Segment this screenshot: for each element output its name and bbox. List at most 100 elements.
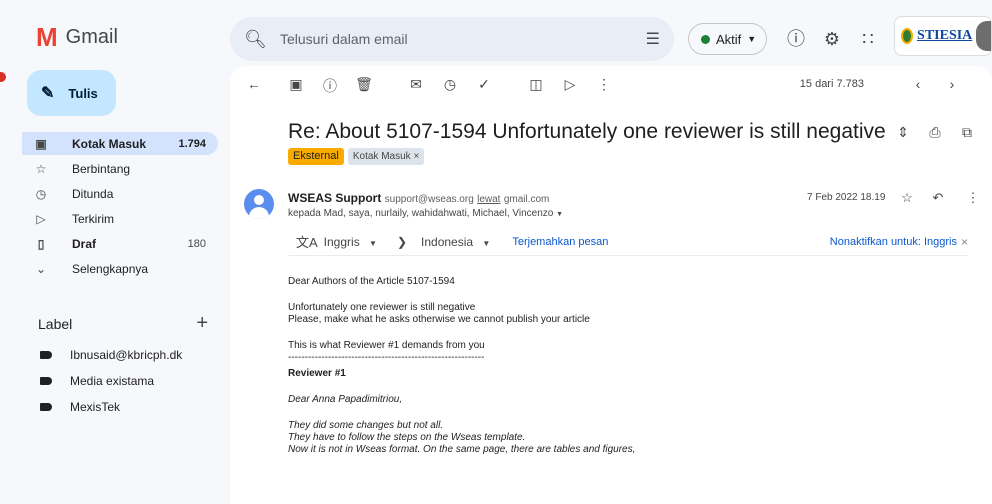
chevron-left-icon[interactable]: ‹: [908, 76, 928, 92]
label-item[interactable]: MexisTek: [40, 394, 182, 420]
search-options-icon[interactable]: ☰: [646, 29, 660, 49]
via-domain: gmail.com: [503, 194, 550, 205]
archive-icon[interactable]: ▣: [286, 76, 306, 93]
person-body-icon: [249, 207, 269, 219]
back-arrow-icon[interactable]: ←: [244, 76, 264, 92]
status-dropdown[interactable]: Aktif ▼: [688, 23, 768, 55]
person-head-icon: [254, 195, 264, 205]
disable-translation-link[interactable]: Nonaktifkan untuk: Inggris: [830, 236, 957, 248]
label-tag-icon: [40, 377, 52, 385]
help-icon[interactable]: ⓘ: [784, 28, 808, 50]
send-icon: ▷: [36, 211, 46, 226]
translate-message-link[interactable]: Terjemahkan pesan: [512, 236, 608, 248]
sender-name[interactable]: WSEAS Support: [288, 191, 381, 205]
external-chip: Eksternal: [288, 148, 344, 165]
sidebar-item-more[interactable]: ⌄ Selengkapnya: [22, 257, 218, 280]
trash-icon[interactable]: 🗑︎: [354, 76, 374, 93]
search-icon[interactable]: 🔍︎: [244, 29, 268, 50]
print-icon[interactable]: ⎙: [925, 124, 945, 141]
sidebar-item-inbox[interactable]: ▣ Kotak Masuk 1.794: [22, 132, 218, 155]
label-name: Media existama: [70, 374, 155, 388]
stiesia-seal-icon: [901, 28, 914, 44]
message-body: Dear Authors of the Article 5107-1594 Un…: [288, 276, 968, 456]
message-chips: Eksternal Kotak Masuk ×: [288, 148, 425, 165]
sidebar-nav: ▣ Kotak Masuk 1.794 ☆ Berbintang ◷ Ditun…: [22, 132, 218, 282]
inbox-chip-label: Kotak Masuk: [352, 151, 411, 162]
recipients-line[interactable]: kepada Mad, saya, nurlaily, wahidahwati,…: [288, 208, 563, 219]
sidebar-item-sent[interactable]: ▷ Terkirim: [22, 207, 218, 230]
apps-grid-icon[interactable]: ∷: [856, 28, 880, 50]
account-button[interactable]: STIESIA: [894, 16, 992, 56]
sender-email: support@wseas.org: [384, 194, 474, 205]
translate-icon: 文A: [296, 235, 318, 250]
sidebar-item-snoozed[interactable]: ◷ Ditunda: [22, 182, 218, 205]
chevron-right-icon[interactable]: ›: [942, 76, 962, 92]
sidebar-item-count: 180: [187, 237, 206, 250]
message-date: 7 Feb 2022 18.19: [807, 192, 886, 203]
body-line: This is what Reviewer #1 demands from yo…: [288, 340, 485, 351]
body-greeting: Dear Authors of the Article 5107-1594: [288, 276, 455, 287]
reply-icon[interactable]: ↶: [928, 190, 948, 206]
clock-icon: ◷: [35, 186, 47, 201]
label-tag-icon: [40, 403, 52, 411]
message-subject: Re: About 5107-1594 Unfortunately one re…: [288, 120, 886, 143]
chevron-down-icon: ⌄: [35, 261, 47, 276]
chevron-down-icon: ▼: [369, 238, 377, 248]
open-new-window-icon[interactable]: ⧉: [957, 124, 977, 141]
move-to-icon[interactable]: ◫: [526, 76, 546, 93]
via-link[interactable]: lewat: [477, 194, 500, 205]
more-vert-icon[interactable]: ⋮: [963, 190, 983, 206]
draft-icon: ▯: [37, 236, 45, 251]
search-input[interactable]: [280, 31, 646, 47]
labels-header: Label +: [38, 312, 208, 335]
close-icon[interactable]: ×: [961, 235, 968, 249]
add-label-icon[interactable]: +: [196, 312, 208, 335]
reviewer-line: Now it is not in Wseas format. On the sa…: [288, 444, 636, 455]
mark-unread-icon[interactable]: ✉: [406, 76, 426, 93]
inbox-chip[interactable]: Kotak Masuk ×: [347, 148, 425, 165]
sidebar-item-label: Terkirim: [72, 211, 114, 226]
sidebar-item-drafts[interactable]: ▯ Draf 180: [22, 232, 218, 255]
body-separator: ----------------------------------------…: [288, 352, 485, 363]
add-task-icon[interactable]: ✓: [474, 76, 494, 93]
compose-label: Tulis: [68, 85, 98, 101]
star-icon: ☆: [35, 161, 47, 176]
inbox-icon: ▣: [35, 136, 47, 151]
label-item[interactable]: Ibnusaid@kbricph.dk: [40, 342, 182, 368]
labels-list: Ibnusaid@kbricph.dk Media existama Mexis…: [40, 342, 182, 420]
label-icon[interactable]: ▷: [560, 76, 580, 93]
avatar: [976, 21, 991, 51]
search-bar[interactable]: 🔍︎ ☰: [230, 17, 674, 61]
compose-button[interactable]: ✎ Tulis: [27, 70, 116, 116]
sidebar-item-label: Kotak Masuk: [72, 136, 147, 151]
more-vert-icon[interactable]: ⋮: [594, 76, 614, 93]
gmail-logo[interactable]: M Gmail: [36, 24, 118, 50]
target-language[interactable]: Indonesia ▼: [421, 235, 490, 249]
close-icon[interactable]: ×: [413, 151, 419, 162]
labels-title: Label: [38, 315, 73, 332]
sidebar-item-starred[interactable]: ☆ Berbintang: [22, 157, 218, 180]
reviewer-heading: Reviewer #1: [288, 368, 346, 379]
translate-bar: 文A Inggris ▼ ❯ Indonesia ▼ Terjemahkan p…: [288, 228, 968, 256]
side-indicator: [0, 72, 6, 82]
snooze-icon[interactable]: ◷: [440, 76, 460, 93]
reviewer-line: They have to follow the steps on the Wse…: [288, 432, 526, 443]
star-icon[interactable]: ☆: [897, 190, 917, 206]
label-tag-icon: [40, 351, 52, 359]
expand-icon[interactable]: ⇕: [893, 124, 913, 141]
app-name: Gmail: [65, 25, 118, 48]
report-spam-icon[interactable]: ⓘ: [320, 76, 340, 96]
sidebar-item-label: Berbintang: [72, 161, 131, 176]
gmail-logo-icon: M: [36, 22, 58, 52]
source-language[interactable]: Inggris ▼: [324, 235, 377, 249]
chevron-down-icon: ▼: [482, 238, 491, 248]
source-language-label: Inggris: [323, 234, 360, 249]
sender-avatar[interactable]: [244, 189, 274, 219]
label-item[interactable]: Media existama: [40, 368, 182, 394]
sender-line: WSEAS Support support@wseas.org lewat gm…: [288, 191, 549, 205]
gear-icon[interactable]: ⚙: [820, 28, 844, 50]
status-label: Aktif: [716, 31, 742, 47]
chevron-down-icon[interactable]: ▼: [556, 211, 563, 218]
chevron-right-icon: ❯: [396, 234, 408, 249]
brand-text: STIESIA: [917, 28, 973, 43]
